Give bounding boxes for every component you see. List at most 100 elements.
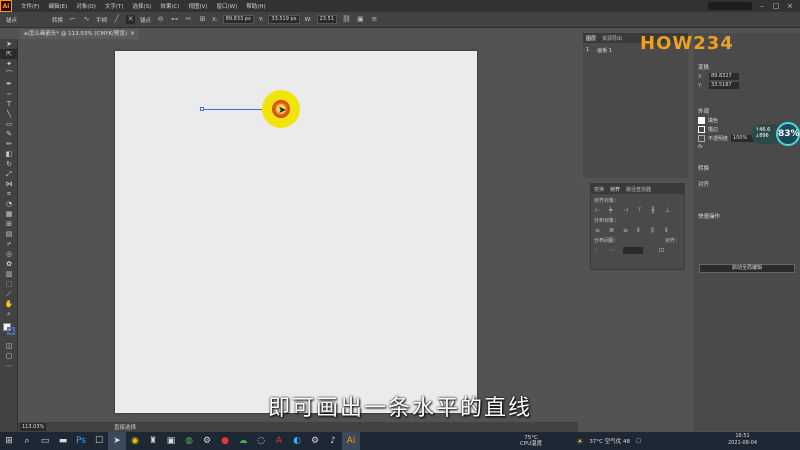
minimize-icon[interactable]: – [758, 2, 766, 10]
magic-wand-icon[interactable]: ✦ [0, 59, 18, 69]
eraser-icon[interactable]: ◧ [0, 149, 18, 159]
search-icon[interactable]: ⌕ [18, 432, 36, 450]
blend-icon[interactable]: ◎ [0, 249, 18, 259]
curvature-tool-icon[interactable]: ∽ [0, 89, 18, 99]
screen-mode-icon[interactable]: ▢ [0, 351, 18, 361]
paintbrush-icon[interactable]: ✎ [0, 129, 18, 139]
menu-view[interactable]: 视图(V) [188, 2, 207, 10]
artboard-tool-icon[interactable]: ⬚ [0, 279, 18, 289]
distribute-left-icon[interactable]: ⫴ [637, 227, 645, 234]
eyedropper-icon[interactable]: ⌿ [0, 239, 18, 249]
tab-transform[interactable]: 变换 [594, 186, 604, 193]
rotate-icon[interactable]: ↻ [0, 159, 18, 169]
anchor-point[interactable] [200, 107, 204, 111]
settings-icon[interactable]: ⚙ [198, 432, 216, 450]
link-icon[interactable]: ⛓ [342, 15, 351, 24]
x-field[interactable]: 89.833 px [222, 15, 254, 24]
lasso-icon[interactable]: ⌒ [0, 69, 18, 79]
distribute-vcenter-icon[interactable]: ≣ [609, 227, 617, 234]
clock[interactable]: 16:51 2021-08-04 [728, 433, 757, 447]
align-bottom-icon[interactable]: ⊥ [665, 207, 673, 214]
distribute-bottom-icon[interactable]: ≡ [623, 227, 631, 234]
folder-icon[interactable]: ▬ [54, 432, 72, 450]
type-tool-icon[interactable]: T [0, 99, 18, 109]
maximize-icon[interactable]: □ [772, 2, 780, 10]
gradient-icon[interactable]: ▤ [0, 229, 18, 239]
cursor-app-icon[interactable]: ➤ [108, 432, 126, 450]
convert-corner-icon[interactable]: ⌐ [68, 15, 77, 24]
notification-icon[interactable]: ▢ [636, 438, 641, 444]
isolate-icon[interactable]: ▣ [356, 15, 365, 24]
direct-selection-tool-icon[interactable]: ⇱ [0, 49, 18, 59]
y-field[interactable]: 33.519 px [268, 15, 300, 24]
spacing-vertical-icon[interactable]: ⫶ [595, 247, 603, 254]
photoshop-icon[interactable]: Ps [72, 432, 90, 450]
image-viewer-icon[interactable]: ▣ [162, 432, 180, 450]
draw-mode-icon[interactable]: ◫ [0, 341, 18, 351]
align-to-icon[interactable]: ⊡ [659, 247, 667, 254]
gear-icon[interactable]: ⚙ [306, 432, 324, 450]
browser-icon[interactable]: ◍ [180, 432, 198, 450]
cpu-temp-widget[interactable]: 75°C CPU温度 [520, 435, 542, 447]
anchor-remove-icon[interactable]: ⊖ [156, 15, 165, 24]
anchor-cut-icon[interactable]: ✂ [184, 15, 193, 24]
hand-tool-icon[interactable]: ✋ [0, 299, 18, 309]
mesh-icon[interactable]: ⊞ [0, 219, 18, 229]
task-view-icon[interactable]: ▭ [36, 432, 54, 450]
distribute-right-icon[interactable]: ⫴ [665, 227, 673, 234]
y-field[interactable]: 33.5187 [709, 82, 739, 89]
perspective-grid-icon[interactable]: ▦ [0, 209, 18, 219]
column-graph-icon[interactable]: ▥ [0, 269, 18, 279]
align-right-icon[interactable]: ⊣ [623, 207, 631, 214]
windows-start-icon[interactable]: ⊞ [0, 432, 18, 450]
symbol-sprayer-icon[interactable]: ✿ [0, 259, 18, 269]
align-vcenter-icon[interactable]: ╫ [651, 207, 659, 214]
pencil-icon[interactable]: ✏ [0, 139, 18, 149]
align-options-icon[interactable]: ≡ [370, 15, 379, 24]
convert-smooth-icon[interactable]: ∿ [82, 15, 91, 24]
acrobat-icon[interactable]: A [270, 432, 288, 450]
tab-align[interactable]: 对齐 [610, 186, 620, 193]
handle-icon[interactable]: ╱ [112, 15, 121, 24]
weather-icon[interactable]: ☀ [576, 437, 583, 446]
zoom-level-field[interactable]: 113.03% [20, 423, 46, 431]
search-input[interactable] [708, 2, 752, 10]
selection-tool-icon[interactable]: ➤ [0, 39, 18, 49]
tab-asset-export[interactable]: 资源导出 [602, 35, 622, 42]
chat-icon[interactable]: ◌ [252, 432, 270, 450]
reference-point-icon[interactable]: ⊞ [198, 15, 207, 24]
align-hcenter-icon[interactable]: ╪ [609, 207, 617, 214]
handle-active-icon[interactable]: ✕ [126, 15, 136, 24]
spacing-value-field[interactable] [623, 247, 643, 254]
edge-icon[interactable]: ◐ [288, 432, 306, 450]
x-field[interactable]: 89.8327 [709, 73, 739, 80]
stroke-swatch[interactable] [698, 126, 705, 133]
align-left-icon[interactable]: ⊢ [595, 207, 603, 214]
width-tool-icon[interactable]: ⋈ [0, 179, 18, 189]
slice-icon[interactable]: ⟋ [0, 289, 18, 299]
free-transform-icon[interactable]: ⌗ [0, 189, 18, 199]
close-icon[interactable]: × [786, 2, 794, 10]
menu-file[interactable]: 文件(F) [21, 2, 39, 10]
fill-swatch[interactable] [698, 117, 705, 124]
bilibili-icon[interactable]: ☐ [90, 432, 108, 450]
weather-text[interactable]: 37°C 空气优 48 [589, 437, 630, 445]
pen-tool-icon[interactable]: ✒ [0, 79, 18, 89]
tab-layers[interactable]: 图层 [586, 35, 596, 42]
align-top-icon[interactable]: ⊤ [637, 207, 645, 214]
memory-usage-badge[interactable]: 83% [776, 122, 800, 146]
scale-icon[interactable]: ⤢ [0, 169, 18, 179]
menu-object[interactable]: 对象(O) [76, 2, 96, 10]
app-icon[interactable]: ♜ [144, 432, 162, 450]
menu-window[interactable]: 窗口(W) [217, 2, 238, 10]
document-tab[interactable]: ai怎么画箭头* @ 113.03% (CMYK/预览) × [20, 29, 138, 39]
menu-type[interactable]: 文字(T) [105, 2, 124, 10]
fx-icon[interactable]: fx [698, 144, 703, 150]
distribute-top-icon[interactable]: ≡ [595, 227, 603, 234]
menu-edit[interactable]: 编辑(E) [48, 2, 67, 10]
chrome-icon[interactable]: ◉ [126, 432, 144, 450]
w-field[interactable]: 23.51 [316, 15, 337, 24]
menu-help[interactable]: 帮助(H) [246, 2, 265, 10]
fill-stroke-swatches[interactable] [3, 323, 15, 335]
rectangle-tool-icon[interactable]: ▭ [0, 119, 18, 129]
